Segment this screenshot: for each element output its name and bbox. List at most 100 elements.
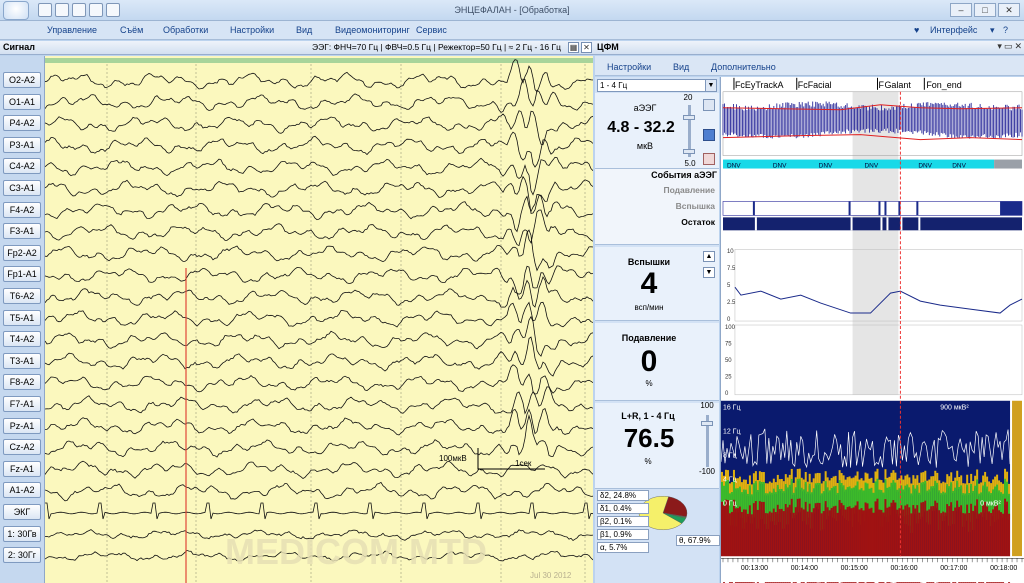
watermark-brand: MEDICOM MTD [225,531,487,572]
spectro-band [890,482,893,507]
signal-panel-title: Сигнал [3,42,35,52]
channel-button[interactable]: O2-A2 [3,72,41,88]
channel-button[interactable]: ЭКГ [3,504,41,520]
channel-button[interactable]: Fp1-A1 [3,266,41,283]
minimize-button[interactable]: – [950,3,972,17]
chevron-up-icon[interactable]: ▲ [703,251,715,262]
chevron-down-icon[interactable]: ▾ [990,25,995,36]
spectro-band [746,493,749,517]
burst-row [722,201,1023,216]
frequency-range-value: 1 - 4 Гц [600,81,628,90]
channel-button[interactable]: Pz-A1 [3,417,41,434]
dnv-label: DNV [819,163,833,170]
time-axis-label: 00:17:00 [940,565,967,572]
spectro-label: 0 мкВ² [980,500,1001,507]
aeeg-slider-bottom-handle[interactable] [683,149,695,154]
spectro-band [814,483,817,504]
aeeg-slider-top-handle[interactable] [683,115,695,120]
spectro-band [830,488,833,509]
lr-slider-handle[interactable] [701,421,713,426]
cfm-chart-area[interactable]: Fc EyTrackA Fc Facial F Galant Fon_end D… [720,77,1024,583]
aeeg-panel: аЭЭГ 4.8 - 32.2 мкВ 20 5.0 [595,93,719,169]
events-row-remainder: Остаток [681,217,715,227]
lr-panel: L+R, 1 - 4 Гц 76.5 % 100 -100 [595,401,719,489]
cfm-tab-extra[interactable]: Дополнительно [711,62,776,72]
pie-legend-item: δ1, 0.4% [597,503,649,514]
close-button[interactable]: ✕ [998,3,1020,17]
channel-button[interactable]: P4-A2 [3,115,41,132]
pie-legend-item: β1, 0.9% [597,529,649,540]
close-icon[interactable]: ✕ [581,42,592,53]
spectro-band [788,484,791,507]
cfm-toolbar: Настройки Вид Дополнительно [595,56,1024,76]
spectro-band [954,487,957,511]
aeeg-value: 4.8 - 32.2 [607,119,675,136]
channel-button[interactable]: T3-A1 [3,352,41,369]
aeeg-mode-icon[interactable] [703,99,715,111]
spectro-band [930,486,933,508]
cfm-tab-view[interactable]: Вид [673,62,689,72]
menu-item-control[interactable]: Управление [47,25,97,35]
channel-button[interactable]: O1-A1 [3,93,41,110]
suppr-axis-label: 25 [725,374,732,380]
channel-button[interactable]: P3-A1 [3,136,41,153]
eeg-trace-area[interactable]: 100мкВ 1сек MEDICOM MTD Jul 30 2012 [45,56,593,583]
channel-button[interactable]: F7-A1 [3,396,41,412]
frequency-range-select[interactable]: 1 - 4 Гц ▼ [597,79,717,92]
aeeg-label: аЭЭГ [633,103,657,113]
title-bar: ЭНЦЕФАЛАН - [Обработка] – □ ✕ [0,0,1024,21]
menu-item-settings[interactable]: Настройки [230,25,274,35]
aeeg-off-icon[interactable] [703,153,715,165]
dnv-label: DNV [773,163,787,170]
cfm-tab-settings[interactable]: Настройки [607,62,651,72]
channel-button[interactable]: Fz-A1 [3,460,41,477]
close-icon[interactable]: ✕ [1014,41,1022,52]
channel-button[interactable]: Cz-A2 [3,439,41,456]
marker-6: Fon_end [926,80,961,90]
channel-button[interactable]: Fp2-A2 [3,244,41,261]
menu-item-service[interactable]: Сервис [416,25,447,35]
bursts-axis-label: 2.5 [727,300,736,306]
channel-button[interactable]: F3-A1 [3,223,41,240]
channel-button[interactable]: T4-A2 [3,331,41,348]
interface-menu[interactable]: Интерфейс [930,25,977,35]
channel-button[interactable]: C4-A2 [3,158,41,175]
spectro-label: 16 Гц [723,405,740,412]
maximize-button[interactable]: □ [974,3,996,17]
menu-item-processing[interactable]: Обработки [163,25,208,35]
channel-button[interactable]: T5-A1 [3,309,41,326]
channel-button[interactable]: A1-A2 [3,482,41,499]
channel-list: O2-A2 O1-A1 P4-A2 P3-A1 C4-A2 C3-A1 F4-A2 F3-A1… [0,56,45,583]
menu-item-recording[interactable]: Съём [120,25,143,35]
lr-value: 76.5 [623,423,675,453]
menu-item-view[interactable]: Вид [296,25,312,35]
spectro-band [878,489,881,511]
heart-icon[interactable]: ♥ [914,25,919,35]
suppression-unit: % [645,379,653,388]
spectro-band [800,487,803,511]
channel-button[interactable]: C3-A1 [3,180,41,196]
pie-legend-item: β2, 0.1% [597,516,649,527]
channel-button[interactable]: 1: 30Гв [3,525,41,542]
dock-icon[interactable]: ▭ [1004,41,1013,52]
grid-icon[interactable]: ▦ [568,42,579,53]
time-axis-label: 00:14:00 [791,565,818,572]
spectro-band [894,482,897,504]
chevron-down-icon[interactable]: ▼ [705,80,716,91]
chevron-down-icon[interactable]: ▼ [703,267,715,278]
aeeg-chart-icon[interactable] [703,129,715,141]
marker-0: Fc [735,80,745,90]
help-icon[interactable]: ? [1003,25,1008,35]
events-row-burst: Вспышка [675,201,715,211]
pin-icon[interactable]: ▾ [997,41,1002,52]
channel-button[interactable]: F8-A2 [3,374,41,391]
channel-button[interactable]: 2: 30Гг [3,547,41,564]
dnv-label: DNV [865,163,879,170]
channel-button[interactable]: F4-A2 [3,201,41,218]
spectro-band [940,493,943,516]
menu-item-video[interactable]: Видеомониторинг [335,25,410,35]
spectrogram: 16 Гц 900 мкВ² 12 Гц 8 Гц 4 Гц 0 Гц 0 мкВ² [721,400,1023,583]
channel-button[interactable]: T6-A2 [3,288,41,304]
lr-unit: % [644,457,652,466]
spectro-band [838,480,841,502]
